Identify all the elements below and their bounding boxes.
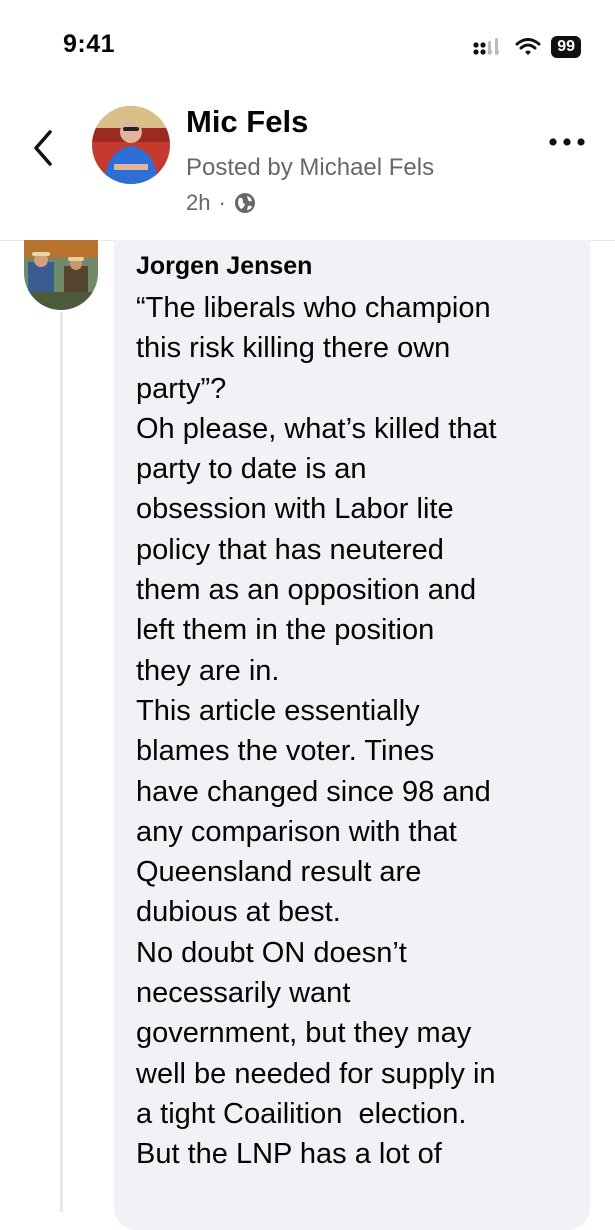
- comment-line: necessarily want: [136, 977, 351, 1010]
- comment-line: them as an opposition and: [136, 574, 477, 607]
- status-time: 9:41: [63, 30, 116, 58]
- comment-line: But the LNP has a lot of: [136, 1138, 442, 1171]
- comment-line: policy that has neutered: [136, 533, 444, 566]
- globe-icon[interactable]: [234, 192, 256, 214]
- author-avatar[interactable]: [92, 106, 170, 184]
- thread-line: [60, 312, 63, 1212]
- comment-line: Queensland result are: [136, 856, 422, 889]
- comment-line: well be needed for supply in: [136, 1057, 496, 1090]
- battery-icon: 99: [551, 36, 581, 58]
- comment-line: blames the voter. Tines: [136, 735, 435, 768]
- comment-line: any comparison with that: [136, 815, 457, 848]
- comment-line: government, but they may: [136, 1017, 472, 1050]
- comment-line: No doubt ON doesn’t: [136, 936, 407, 969]
- post-header: Mic Fels Posted by Michael Fels 2h ·: [0, 90, 615, 241]
- comment-line: This article essentially: [136, 694, 420, 727]
- status-icons: 99: [473, 36, 581, 58]
- comment-line: have changed since 98 and: [136, 775, 491, 808]
- comment-text: “The liberals who champion this risk kill…: [136, 288, 586, 1175]
- comment-line: they are in.: [136, 654, 280, 687]
- post-meta: 2h ·: [186, 190, 256, 216]
- comment-line: this risk killing there own: [136, 332, 451, 365]
- author-name[interactable]: Mic Fels: [186, 104, 308, 140]
- reply-input-bar[interactable]: [118, 1186, 588, 1216]
- commenter-name[interactable]: Jorgen Jensen: [136, 252, 312, 281]
- posted-by: Posted by Michael Fels: [186, 154, 435, 181]
- commenter-avatar[interactable]: [24, 240, 98, 310]
- comment-bubble[interactable]: Jorgen Jensen “The liberals who champion…: [114, 240, 590, 1230]
- comment-line: a tight Coailition election.: [136, 1097, 467, 1130]
- comment-line: party to date is an: [136, 453, 367, 486]
- chevron-left-icon[interactable]: [26, 124, 62, 172]
- comment-line: dubious at best.: [136, 896, 341, 929]
- wifi-icon: [515, 38, 541, 55]
- meta-separator: ·: [218, 190, 226, 215]
- comment-line: party”?: [136, 372, 227, 405]
- comment-line: “The liberals who champion: [136, 292, 491, 324]
- comment-line: left them in the position: [136, 614, 435, 647]
- cellular-signal-icon: [473, 38, 500, 55]
- post-time[interactable]: 2h: [186, 190, 210, 216]
- comment-line: Oh please, what’s killed that: [136, 412, 497, 445]
- comment-line: obsession with Labor lite: [136, 493, 454, 526]
- more-horizontal-icon[interactable]: [547, 130, 587, 154]
- status-bar: 9:41 99: [0, 0, 615, 90]
